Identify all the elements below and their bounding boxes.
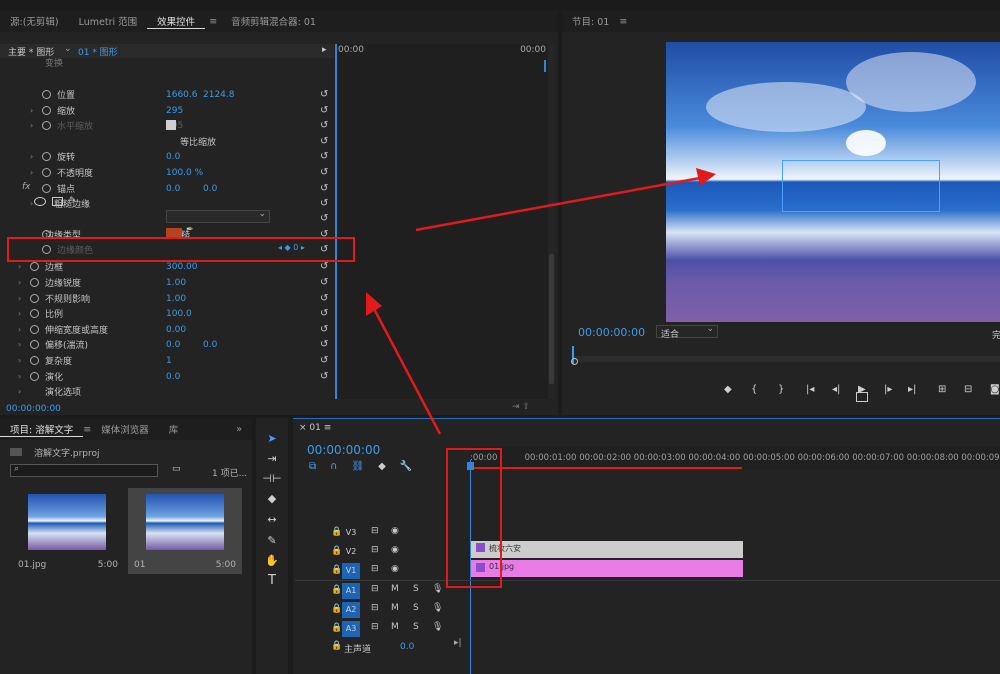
annotation-arrows bbox=[366, 168, 716, 435]
arrow-head bbox=[366, 292, 382, 316]
arrow-to-effect bbox=[370, 304, 442, 435]
arrow-head bbox=[696, 168, 716, 186]
arrow-to-program bbox=[415, 176, 701, 232]
